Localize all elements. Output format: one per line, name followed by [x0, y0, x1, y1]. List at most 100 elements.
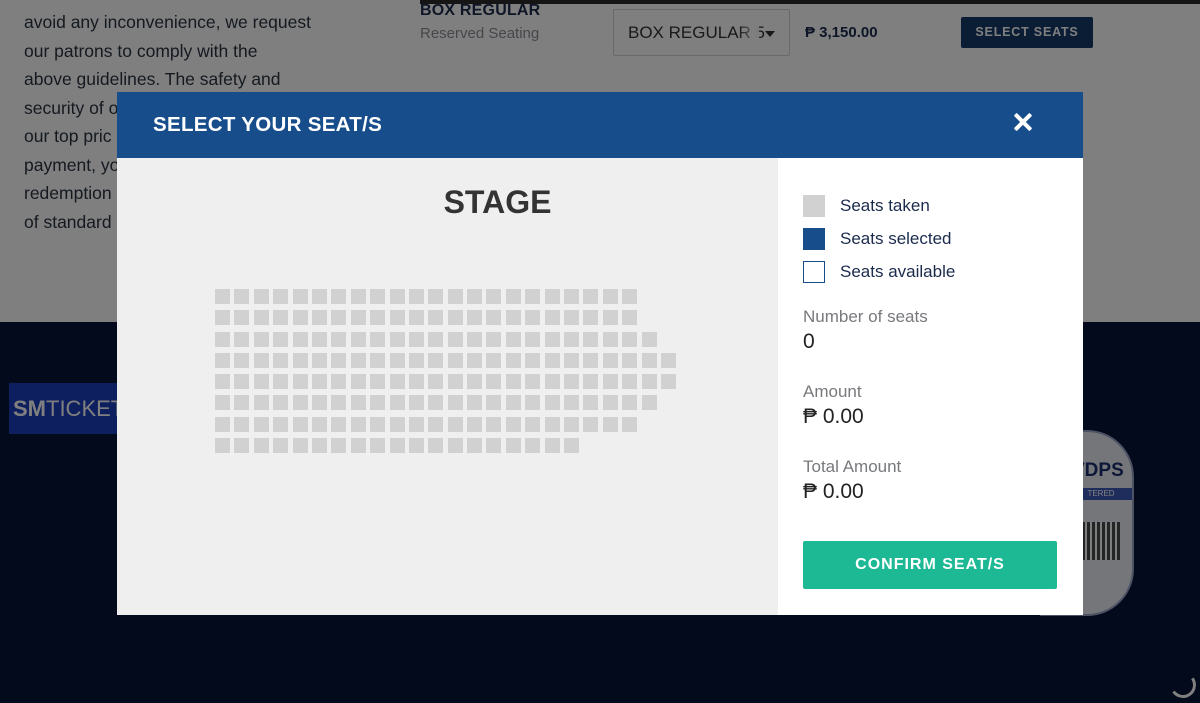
seat[interactable] — [428, 374, 444, 390]
seat[interactable] — [525, 289, 541, 304]
seat[interactable] — [408, 310, 424, 326]
seat[interactable] — [467, 416, 483, 432]
seat[interactable] — [447, 331, 463, 347]
seat[interactable] — [389, 416, 405, 432]
seat[interactable] — [331, 289, 347, 304]
seat[interactable] — [525, 395, 541, 411]
seat[interactable] — [564, 331, 580, 347]
seat[interactable] — [641, 374, 657, 390]
seat[interactable] — [215, 331, 230, 347]
seat[interactable] — [544, 331, 560, 347]
seat[interactable] — [331, 331, 347, 347]
seat[interactable] — [311, 331, 327, 347]
seat[interactable] — [505, 438, 521, 454]
seat[interactable] — [505, 416, 521, 432]
close-icon[interactable] — [1009, 108, 1037, 136]
seat[interactable] — [311, 395, 327, 411]
seat[interactable] — [564, 289, 580, 304]
seat[interactable] — [564, 438, 580, 454]
seat[interactable] — [253, 374, 269, 390]
seat[interactable] — [505, 289, 521, 304]
seat[interactable] — [467, 395, 483, 411]
seat[interactable] — [215, 352, 230, 368]
seat[interactable] — [428, 352, 444, 368]
seat[interactable] — [370, 416, 386, 432]
seat[interactable] — [602, 310, 618, 326]
seat[interactable] — [505, 395, 521, 411]
seat[interactable] — [273, 289, 289, 304]
seat[interactable] — [428, 310, 444, 326]
seat[interactable] — [389, 289, 405, 304]
seat[interactable] — [253, 395, 269, 411]
seat[interactable] — [389, 374, 405, 390]
seat[interactable] — [525, 416, 541, 432]
seat[interactable] — [622, 395, 638, 411]
seat[interactable] — [350, 310, 366, 326]
seat[interactable] — [273, 352, 289, 368]
seat[interactable] — [544, 416, 560, 432]
seat[interactable] — [602, 416, 618, 432]
seat[interactable] — [234, 374, 250, 390]
seat[interactable] — [350, 289, 366, 304]
seat[interactable] — [273, 416, 289, 432]
seat[interactable] — [350, 395, 366, 411]
seat[interactable] — [564, 310, 580, 326]
seat[interactable] — [253, 310, 269, 326]
seat[interactable] — [525, 438, 541, 454]
seat[interactable] — [215, 310, 230, 326]
seat[interactable] — [234, 395, 250, 411]
seat[interactable] — [544, 289, 560, 304]
seat[interactable] — [583, 416, 599, 432]
seat[interactable] — [447, 374, 463, 390]
seat[interactable] — [447, 395, 463, 411]
seat[interactable] — [234, 310, 250, 326]
seat[interactable] — [408, 331, 424, 347]
seat[interactable] — [525, 331, 541, 347]
seat[interactable] — [486, 310, 502, 326]
seat[interactable] — [311, 289, 327, 304]
seat[interactable] — [253, 438, 269, 454]
seat[interactable] — [622, 374, 638, 390]
seat[interactable] — [525, 352, 541, 368]
seat[interactable] — [215, 416, 230, 432]
seat[interactable] — [273, 395, 289, 411]
seat[interactable] — [447, 416, 463, 432]
seat[interactable] — [641, 395, 657, 411]
seat[interactable] — [602, 331, 618, 347]
seat[interactable] — [273, 310, 289, 326]
seat[interactable] — [292, 289, 308, 304]
seat[interactable] — [505, 374, 521, 390]
seat[interactable] — [331, 352, 347, 368]
seat[interactable] — [544, 438, 560, 454]
seat[interactable] — [602, 289, 618, 304]
seat[interactable] — [370, 395, 386, 411]
seat[interactable] — [486, 395, 502, 411]
seat[interactable] — [505, 331, 521, 347]
seat[interactable] — [428, 438, 444, 454]
seat[interactable] — [389, 310, 405, 326]
seat[interactable] — [583, 289, 599, 304]
seat[interactable] — [505, 352, 521, 368]
seat[interactable] — [389, 395, 405, 411]
seat[interactable] — [408, 395, 424, 411]
seat[interactable] — [622, 310, 638, 326]
seat[interactable] — [408, 289, 424, 304]
seat[interactable] — [331, 395, 347, 411]
seat[interactable] — [583, 310, 599, 326]
seat[interactable] — [486, 374, 502, 390]
seat[interactable] — [447, 310, 463, 326]
seat[interactable] — [311, 352, 327, 368]
seat[interactable] — [311, 438, 327, 454]
seat[interactable] — [234, 331, 250, 347]
seat[interactable] — [660, 374, 676, 390]
seat[interactable] — [428, 416, 444, 432]
seat[interactable] — [447, 438, 463, 454]
seat[interactable] — [215, 438, 230, 454]
seat[interactable] — [370, 310, 386, 326]
seat[interactable] — [253, 289, 269, 304]
seat[interactable] — [350, 352, 366, 368]
seat[interactable] — [292, 438, 308, 454]
seat[interactable] — [467, 352, 483, 368]
seat[interactable] — [292, 352, 308, 368]
seat[interactable] — [622, 352, 638, 368]
